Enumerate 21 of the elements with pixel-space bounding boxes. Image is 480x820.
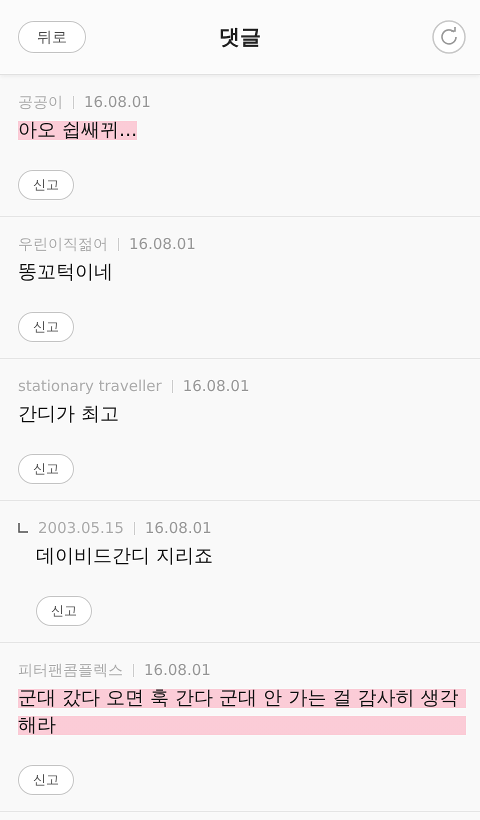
comment-author: 우린이직젊어 [18,234,108,254]
comment-text: 똥꼬턱이네 [18,260,113,285]
comment-text: 간디가 최고 [18,402,120,427]
comment-date: 16.08.01 [84,93,151,111]
comment-date: 16.08.01 [129,235,196,253]
comment-date: 16.08.01 [144,519,212,537]
comment-text: 데이비드간디 지리죠 [36,544,214,569]
refresh-icon[interactable] [432,20,466,54]
comment-author: 피터팬콤플렉스 [18,660,123,680]
comment-author: 2003.05.15 [38,519,124,537]
back-button[interactable]: 뒤로 [18,21,86,53]
report-button[interactable]: 신고 [18,765,74,795]
page-title: 댓글 [219,24,261,51]
report-button[interactable]: 신고 [18,454,74,484]
comment-author: 공공이 [18,92,63,112]
report-button[interactable]: 신고 [18,312,74,342]
report-button[interactable]: 신고 [18,170,74,200]
report-button[interactable]: 신고 [36,596,92,626]
comment-date: 16.08.01 [182,377,250,395]
comment-date: 16.08.01 [144,661,211,679]
comment-author: stationary traveller [18,377,162,395]
